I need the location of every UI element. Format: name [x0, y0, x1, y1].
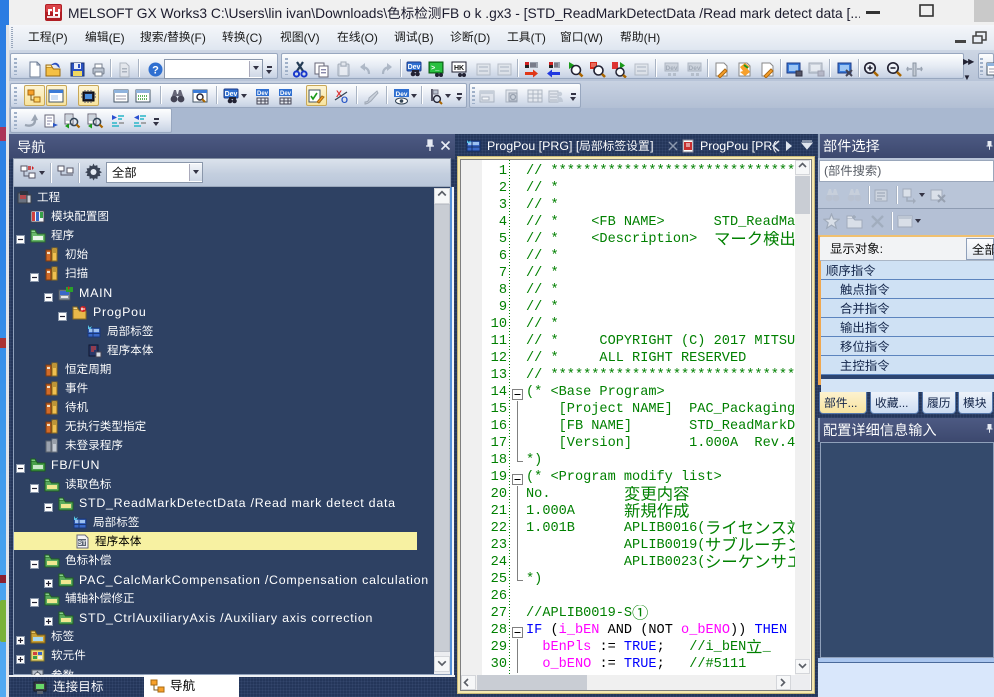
svg-text:>_: >_ [431, 65, 440, 73]
svg-text:ST: ST [78, 540, 86, 547]
svg-text:Dev: Dev [396, 91, 408, 98]
svg-text:Dev: Dev [280, 91, 292, 97]
svg-text:Dev: Dev [408, 64, 421, 71]
svg-text:Dev: Dev [666, 65, 678, 72]
svg-text:HK: HK [454, 65, 464, 72]
svg-text:Dev: Dev [689, 65, 701, 72]
svg-text:Dev: Dev [225, 91, 238, 98]
svg-text:Dev: Dev [257, 91, 269, 97]
svg-text:?: ? [152, 65, 159, 77]
svg-text:O: O [341, 95, 348, 105]
